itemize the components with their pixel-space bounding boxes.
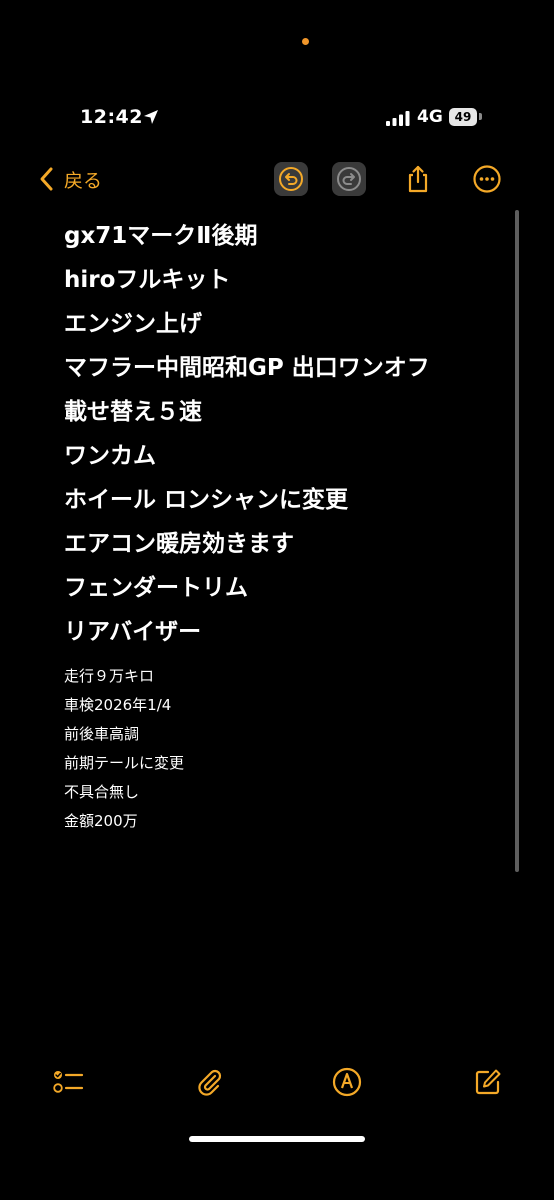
note-body-lines: 走行９万キロ 車検2026年1/4 前後車高調 前期テールに変更 不具合無し 金…: [64, 662, 514, 836]
note-body-line: 走行９万キロ: [64, 667, 155, 685]
back-button[interactable]: 戻る: [38, 164, 102, 194]
checklist-icon: [53, 1071, 84, 1093]
cellular-signal-icon: [386, 111, 410, 126]
paperclip-icon: [198, 1069, 222, 1096]
checklist-button[interactable]: [52, 1066, 84, 1098]
status-time: 12:42: [80, 106, 143, 128]
privacy-indicator-dot: [302, 38, 309, 45]
chevron-left-icon: [40, 167, 53, 191]
note-heading-line: 載せ替え５速: [64, 399, 202, 425]
note-heading-line: リアバイザー: [64, 619, 202, 645]
markup-button[interactable]: [331, 1066, 363, 1098]
note-heading-line: hiroフルキット: [64, 267, 231, 293]
note-body-line: 前期テールに変更: [64, 754, 185, 772]
location-arrow-icon: [144, 110, 158, 124]
network-type: 4G: [417, 107, 443, 127]
note-body-line: 不具合無し: [64, 783, 140, 801]
more-button[interactable]: [470, 162, 504, 196]
note-body-line: 前後車高調: [64, 725, 140, 743]
undo-button[interactable]: [274, 162, 308, 196]
share-icon: [408, 165, 428, 193]
compose-icon: [475, 1069, 501, 1095]
note-heading-line: フェンダートリム: [64, 575, 248, 601]
redo-button[interactable]: [332, 162, 366, 196]
attachment-button[interactable]: [194, 1066, 226, 1098]
battery-icon: 49: [449, 108, 477, 126]
battery-cap: [479, 113, 482, 120]
note-heading-line: エンジン上げ: [64, 311, 202, 337]
redo-icon: [337, 167, 361, 191]
note-heading-line: ホイール ロンシャンに変更: [64, 487, 349, 513]
note-heading-line: ワンカム: [64, 443, 156, 469]
back-label: 戻る: [64, 169, 103, 192]
note-heading-line: エアコン暖房効きます: [64, 531, 294, 557]
note-body-line: 車検2026年1/4: [64, 696, 172, 714]
more-icon: [473, 165, 501, 193]
battery-level: 49: [454, 110, 472, 124]
compose-button[interactable]: [472, 1066, 504, 1098]
note-heading-line: マフラー中間昭和GP 出口ワンオフ: [64, 355, 430, 381]
note-heading-line: gx71マークⅡ後期: [64, 223, 258, 249]
note-body-line: 金額200万: [64, 812, 138, 830]
note-body[interactable]: gx71マークⅡ後期 hiroフルキット エンジン上げ マフラー中間昭和GP 出…: [64, 214, 514, 836]
markup-pen-icon: [332, 1067, 362, 1097]
undo-icon: [279, 167, 303, 191]
note-headings: gx71マークⅡ後期 hiroフルキット エンジン上げ マフラー中間昭和GP 出…: [64, 214, 514, 654]
share-button[interactable]: [401, 162, 435, 196]
notes-screen: 12:42 4G 49 戻る gx71マークⅡ後期 hiroフルキット エンジン…: [0, 0, 554, 1200]
scrollbar[interactable]: [515, 210, 519, 872]
home-indicator[interactable]: [189, 1136, 365, 1142]
